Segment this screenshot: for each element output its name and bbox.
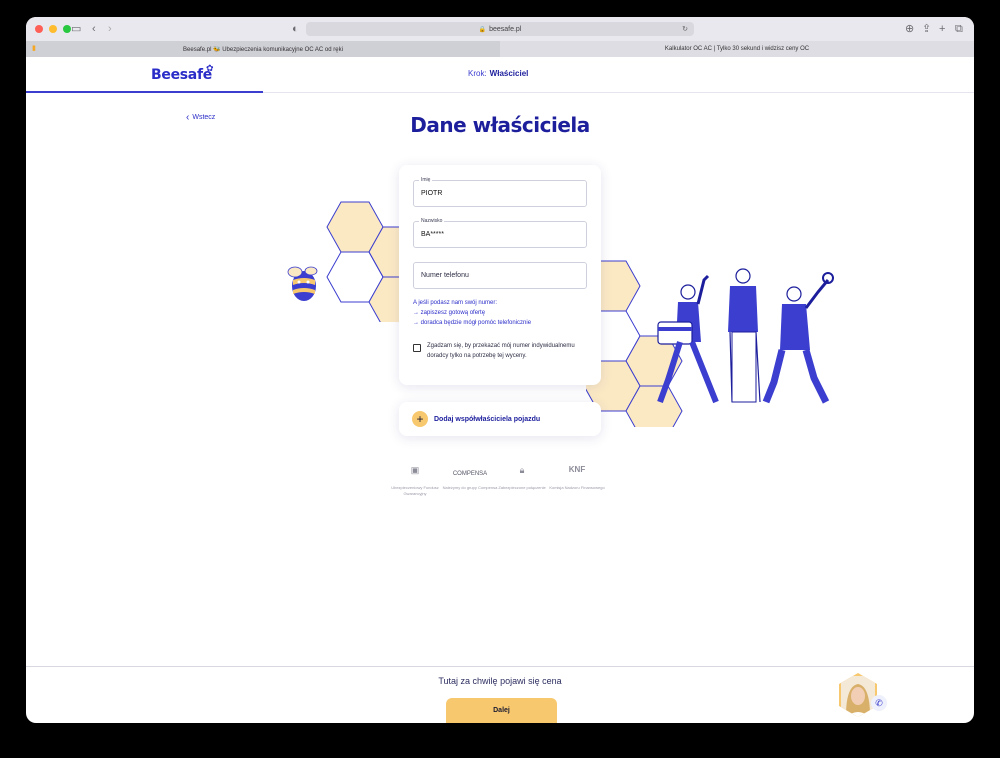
minimize-window-button[interactable] (49, 25, 57, 33)
padlock-icon: 🔒︎ (519, 465, 525, 475)
first-name-field[interactable]: Imię PIOTR (413, 177, 587, 207)
hint-lead: A jeśli podasz nam swój numer: (413, 300, 498, 306)
owner-form-card: Imię PIOTR Nazwisko BA***** Numer telefo… (399, 165, 601, 385)
sidebar-icon[interactable]: ▭ (71, 22, 81, 36)
phone-icon[interactable]: ✆ (871, 695, 887, 711)
bee-mascot-illustration (287, 266, 318, 301)
last-name-value: BA***** (421, 231, 444, 238)
knf-logo: KNF (568, 465, 586, 474)
price-placeholder-text: Tutaj za chwilę pojawi się cena (438, 676, 562, 686)
trust-text: Komisja Nadzoru Finansowego (549, 485, 605, 490)
tab-beesafe[interactable]: ▮ Beesafe.pl 🐝 Ubezpieczenia komunikacyj… (26, 41, 500, 57)
page-title: Dane właściciela (410, 113, 590, 137)
advisor-avatar[interactable] (837, 672, 879, 718)
phone-placeholder: Numer telefonu (421, 272, 469, 279)
step-indicator: Krok: Właściciel (468, 69, 528, 78)
hint-line-1: → zapiszesz gotową ofertę (413, 310, 486, 316)
guarantee-fund-icon: ▣ (410, 465, 420, 475)
new-tab-icon[interactable]: + (939, 22, 945, 36)
tab-favicon-icon: ▮ (32, 45, 36, 52)
step-name: Właściciel (489, 69, 529, 78)
phone-field[interactable]: Numer telefonu (413, 262, 587, 289)
add-coowner-button[interactable]: + Dodaj współwłaściciela pojazdu (399, 402, 601, 436)
trust-text: Zabezpieczone połączenie (498, 485, 546, 490)
compensa-logo: COMPENSA (452, 471, 488, 477)
trust-badge-secure: 🔒︎ Zabezpieczone połączenie (492, 465, 552, 491)
address-bar[interactable]: 🔒 beesafe.pl ↻ (306, 22, 694, 36)
forward-arrow-icon[interactable]: › (108, 22, 112, 36)
step-prefix: Krok: (468, 69, 487, 78)
tab-bar: ▮ Beesafe.pl 🐝 Ubezpieczenia komunikacyj… (26, 41, 974, 57)
consent-row: Zgadzam się, by przekazać mój numer indy… (413, 341, 589, 361)
trust-badge-knf: KNF Komisja Nadzoru Finansowego (547, 465, 607, 491)
plus-icon: + (412, 411, 428, 427)
zoom-window-button[interactable] (63, 25, 71, 33)
hint-line-2: → doradca będzie mógł pomóc telefoniczni… (413, 320, 532, 326)
trust-text: Ubezpieczeniowy Fundusz Gwarancyjny (391, 485, 439, 496)
browser-window: ▭ ‹ › ◐ 🔒 beesafe.pl ↻ ⊕ ⇪ + ⧉ ▮ Beesafe… (26, 17, 974, 723)
people-illustration (657, 268, 834, 404)
tab-overview-icon[interactable]: ⧉ (955, 22, 963, 36)
bee-icon: ✿ (206, 63, 214, 73)
trust-text: Należymy do grupy Compensa (442, 485, 498, 490)
consent-text: Zgadzam się, by przekazać mój numer indy… (427, 343, 575, 359)
last-name-label: Nazwisko (419, 218, 445, 224)
reload-icon[interactable]: ↻ (682, 25, 688, 33)
first-name-value: PIOTR (421, 190, 443, 197)
next-button[interactable]: Dalej (446, 698, 557, 723)
downloads-icon[interactable]: ⊕ (905, 22, 914, 36)
first-name-label: Imię (419, 177, 433, 183)
tab-kalkulator[interactable]: Kalkulator OC AC | Tylko 30 sekund i wid… (500, 41, 974, 57)
share-icon[interactable]: ⇪ (922, 22, 931, 36)
privacy-shield-icon[interactable]: ◐ (292, 22, 299, 36)
phone-benefits-hint: A jeśli podasz nam swój numer: → zapisze… (413, 298, 531, 328)
consent-checkbox[interactable] (413, 344, 421, 352)
trust-badge-compensa: COMPENSA Należymy do grupy Compensa (440, 467, 500, 491)
add-coowner-label: Dodaj współwłaściciela pojazdu (434, 415, 541, 423)
trust-badge-ufg: ▣ Ubezpieczeniowy Fundusz Gwarancyjny (385, 465, 445, 497)
url-text: beesafe.pl (489, 25, 522, 33)
beesafe-logo[interactable]: Beesafe (151, 67, 212, 83)
last-name-field[interactable]: Nazwisko BA***** (413, 218, 587, 248)
tab-title: Beesafe.pl 🐝 Ubezpieczenia komunikacyjne… (183, 46, 343, 53)
tab-title: Kalkulator OC AC | Tylko 30 sekund i wid… (664, 46, 810, 52)
footer-divider (26, 666, 974, 667)
back-arrow-icon[interactable]: ‹ (92, 22, 96, 36)
progress-bar (26, 91, 263, 93)
close-window-button[interactable] (35, 25, 43, 33)
lock-icon: 🔒 (478, 26, 487, 33)
window-controls (35, 25, 71, 33)
browser-toolbar: ▭ ‹ › ◐ 🔒 beesafe.pl ↻ ⊕ ⇪ + ⧉ (26, 17, 974, 41)
site-header: Beesafe ✿ Krok: Właściciel (26, 57, 974, 93)
